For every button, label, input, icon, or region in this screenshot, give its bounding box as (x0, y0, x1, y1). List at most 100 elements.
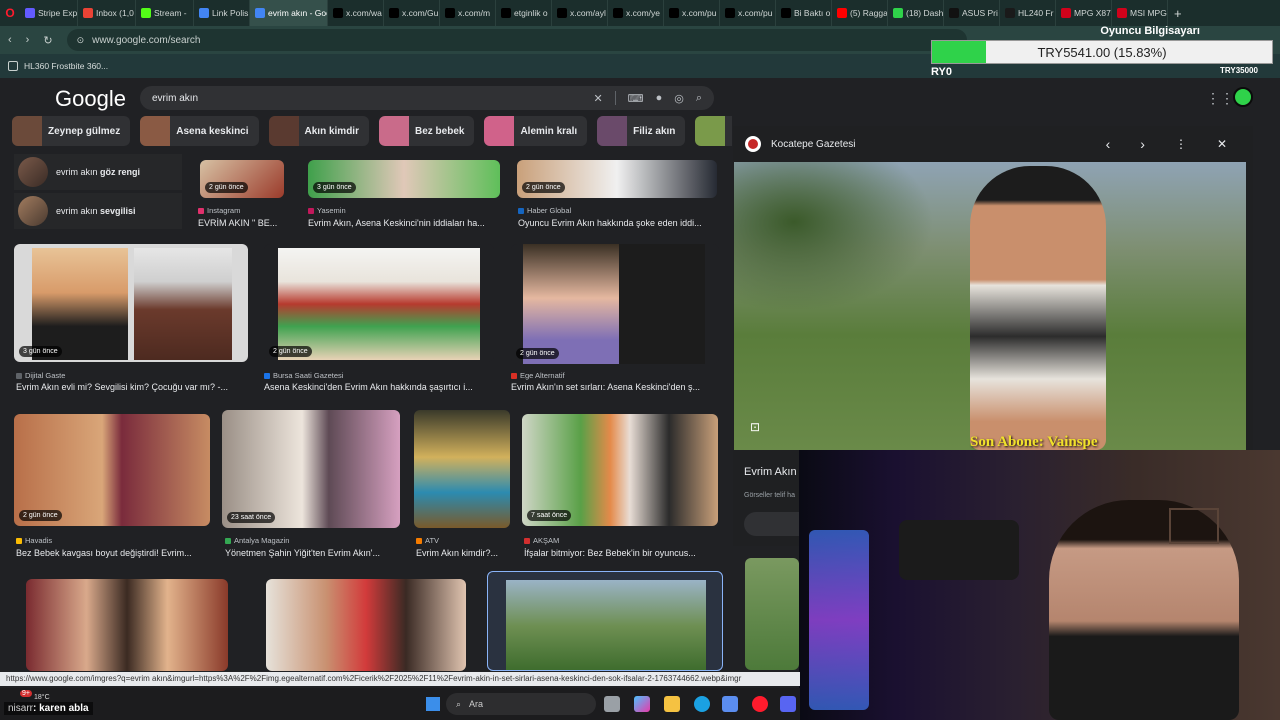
account-avatar[interactable] (1233, 87, 1253, 107)
reload-icon[interactable]: ↻ (43, 34, 52, 47)
result-caption[interactable]: Evrim Akın kimdir?... (416, 548, 512, 558)
site-info-icon[interactable]: ⊙ (77, 35, 85, 46)
browser-tab[interactable]: Bi Baktı o (776, 0, 832, 26)
result-source[interactable]: Bursa Saati Gazetesi (264, 371, 343, 380)
result-source[interactable]: AKŞAM (524, 536, 559, 545)
related-chip[interactable]: Evlilik (695, 116, 732, 146)
result-image[interactable]: 2 gün önce (511, 244, 719, 364)
result-caption[interactable]: Oyuncu Evrim Akın hakkında şoke eden idd… (518, 218, 718, 228)
lens-search-icon[interactable]: ⊡ (750, 420, 760, 434)
browser-tab[interactable]: x.com/wa (328, 0, 384, 26)
preview-image[interactable]: ⊡ (734, 162, 1246, 450)
browser-tab[interactable]: (18) Dash (888, 0, 944, 26)
result-image[interactable]: 7 saat önce (522, 414, 718, 526)
result-caption[interactable]: Bez Bebek kavgası boyut değiştirdi! Evri… (16, 548, 210, 558)
previous-icon[interactable]: ‹ (1106, 136, 1111, 152)
result-caption[interactable]: Yönetmen Şahin Yiğit'ten Evrim Akın'... (225, 548, 400, 558)
browser-tab[interactable]: x.com/m (440, 0, 496, 26)
result-source[interactable]: ATV (416, 536, 439, 545)
browser-tab[interactable]: Link Polis (194, 0, 250, 26)
result-caption[interactable]: Evrim Akın'ın set sırları: Asena Keskinc… (511, 382, 719, 392)
result-image[interactable] (745, 558, 799, 670)
result-image[interactable]: 3 gün önce (308, 160, 500, 198)
close-icon[interactable]: ✕ (1217, 137, 1227, 151)
related-chip[interactable]: Zeynep gülmez (12, 116, 131, 146)
apps-grid-icon[interactable]: ⋮⋮ (1206, 90, 1234, 107)
related-chip[interactable]: Bez bebek (378, 116, 475, 146)
keyboard-icon[interactable]: ⌨ (628, 92, 644, 105)
result-caption[interactable]: Evrim Akın evli mi? Sevgilisi kim? Çocuğ… (16, 382, 248, 392)
result-image[interactable] (414, 410, 510, 528)
suggestion-item[interactable]: evrim akın sevgilisi (14, 193, 182, 229)
browser-tab[interactable]: x.com/ye (608, 0, 664, 26)
result-source[interactable]: Instagram (198, 206, 240, 215)
weather-temp[interactable]: 18°C (34, 694, 50, 701)
taskbar-search-input[interactable]: ⌕ Ara (446, 693, 596, 715)
result-source[interactable]: Yasemin (308, 206, 346, 215)
windows-start-icon[interactable] (426, 697, 440, 711)
google-logo[interactable]: Google (55, 86, 126, 112)
visit-button[interactable] (744, 512, 800, 536)
search-input[interactable]: evrim akın ✕ ⌨ ● ◎ ⌕ (140, 86, 714, 110)
opera-icon[interactable] (752, 696, 768, 712)
browser-tab[interactable]: x.com/Gu (384, 0, 440, 26)
browser-tab[interactable]: HL240 Fr (1000, 0, 1056, 26)
copilot-icon[interactable] (634, 696, 650, 712)
result-caption[interactable]: İfşalar bitmiyor: Bez Bebek'in bir oyunc… (524, 548, 720, 558)
result-image[interactable]: 2 gün önce (14, 414, 210, 526)
result-image[interactable]: 2 gün önce (200, 160, 284, 198)
related-chip[interactable]: Asena keskinci (140, 116, 259, 146)
file-explorer-icon[interactable] (664, 696, 680, 712)
new-tab-button[interactable]: + (1174, 6, 1182, 21)
related-chip[interactable]: Alemin kralı (484, 116, 588, 146)
browser-tab[interactable]: MPG X87 (1056, 0, 1112, 26)
browser-tab[interactable]: ASUS Pri (944, 0, 1000, 26)
suggestion-item[interactable]: evrim akın göz rengi (14, 154, 182, 190)
result-source[interactable]: Antalya Magazin (225, 536, 289, 545)
browser-tab[interactable]: (5) Ragga (832, 0, 888, 26)
result-image[interactable]: 2 gün önce (517, 160, 717, 198)
result-image[interactable]: 3 gün önce (14, 244, 248, 362)
result-caption[interactable]: EVRİM AKIN " BE... (198, 218, 288, 228)
edge-icon[interactable] (694, 696, 710, 712)
browser-tab[interactable]: MSI MPG (1112, 0, 1168, 26)
result-source[interactable]: Havadis (16, 536, 52, 545)
back-icon[interactable]: ‹ (8, 34, 12, 46)
url-field[interactable]: ⊙ www.google.com/search (66, 29, 967, 51)
more-options-icon[interactable]: ⋮ (1175, 137, 1187, 151)
browser-tab[interactable]: x.com/pu (720, 0, 776, 26)
browser-tab[interactable]: etginlik o (496, 0, 552, 26)
related-chip[interactable]: Akın kimdir (268, 116, 369, 146)
result-source[interactable]: Haber Global (518, 206, 571, 215)
result-image[interactable] (266, 579, 466, 671)
browser-tab[interactable]: Stripe Exp (20, 0, 78, 26)
result-caption[interactable]: Asena Keskinci'den Evrim Akın hakkında ş… (264, 382, 492, 392)
tab-label: Inbox (1,0 (96, 8, 134, 18)
forward-icon[interactable]: › (26, 34, 30, 46)
result-image[interactable]: 2 gün önce (264, 244, 494, 362)
result-image-selected[interactable] (487, 571, 723, 671)
result-source[interactable]: Dijital Gaste (16, 371, 65, 380)
browser-tab[interactable]: Stream - (136, 0, 194, 26)
browser-tab[interactable]: evrim akın - Goo (250, 0, 328, 26)
opera-logo-icon[interactable]: O (0, 6, 20, 20)
browser-tab[interactable]: Inbox (1,0 (78, 0, 136, 26)
preview-title[interactable]: Evrim Akın (744, 466, 797, 478)
microphone-icon[interactable]: ● (656, 92, 663, 104)
bookmark-item[interactable]: HL360 Frostbite 360... (24, 61, 108, 71)
store-icon[interactable] (722, 696, 738, 712)
clear-icon[interactable]: ✕ (593, 92, 602, 105)
search-icon[interactable]: ⌕ (696, 92, 702, 105)
lens-icon[interactable]: ◎ (674, 92, 684, 105)
next-icon[interactable]: › (1140, 136, 1145, 152)
result-source[interactable]: Ege Alternatif (511, 371, 565, 380)
task-view-icon[interactable] (604, 696, 620, 712)
result-image[interactable]: 23 saat önce (222, 410, 400, 528)
result-caption[interactable]: Evrim Akın, Asena Keskinci'nin iddiaları… (308, 218, 500, 228)
discord-icon[interactable] (780, 696, 796, 712)
result-image[interactable] (26, 579, 228, 671)
browser-tab[interactable]: x.com/pu (664, 0, 720, 26)
related-chip[interactable]: Filiz akın (597, 116, 686, 146)
preview-source[interactable]: Kocatepe Gazetesi (771, 139, 856, 150)
browser-tab[interactable]: x.com/ayl (552, 0, 608, 26)
